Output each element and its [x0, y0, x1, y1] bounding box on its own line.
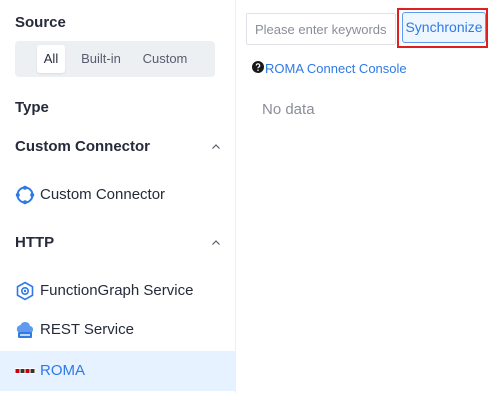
item-label: Custom Connector [40, 186, 166, 203]
keyword-search-input[interactable] [246, 13, 396, 45]
chevron-up-icon [212, 144, 220, 149]
chevron-up-icon [212, 240, 220, 245]
custom-connector-icon [15, 185, 35, 205]
connector-item-roma[interactable]: ROMA [0, 351, 235, 391]
group-header-http[interactable]: HTTP [15, 232, 221, 254]
connector-item-rest-service[interactable]: REST Service [0, 310, 235, 350]
item-label: ROMA [40, 362, 85, 379]
item-label: FunctionGraph Service [40, 282, 194, 299]
help-icon [252, 61, 264, 73]
source-tab-custom[interactable]: Custom [137, 45, 193, 73]
rest-service-icon [16, 322, 34, 338]
item-label: REST Service [40, 321, 134, 338]
roma-connect-console-link[interactable]: ROMA Connect Console [265, 60, 407, 77]
instance-panel: Synchronize ROMA Connect Console No data [236, 0, 493, 393]
group-header-custom-connector[interactable]: Custom Connector [15, 136, 221, 158]
source-title: Source [15, 14, 66, 31]
empty-state-text: No data [262, 101, 315, 118]
functiongraph-icon [16, 281, 34, 301]
synchronize-button[interactable]: Synchronize [402, 12, 486, 43]
group-label: Custom Connector [15, 138, 150, 155]
connector-type-panel: Source All Built-in Custom Type Custom C… [0, 0, 236, 393]
source-tab-built-in[interactable]: Built-in [73, 45, 129, 73]
group-label: HTTP [15, 234, 55, 251]
type-title: Type [15, 99, 49, 116]
connector-item-functiongraph[interactable]: FunctionGraph Service [0, 271, 235, 311]
connector-item-custom-connector[interactable]: Custom Connector [0, 175, 235, 215]
source-filter: All Built-in Custom [15, 41, 215, 77]
roma-logo-icon [15, 368, 35, 374]
source-tab-all[interactable]: All [37, 45, 65, 73]
